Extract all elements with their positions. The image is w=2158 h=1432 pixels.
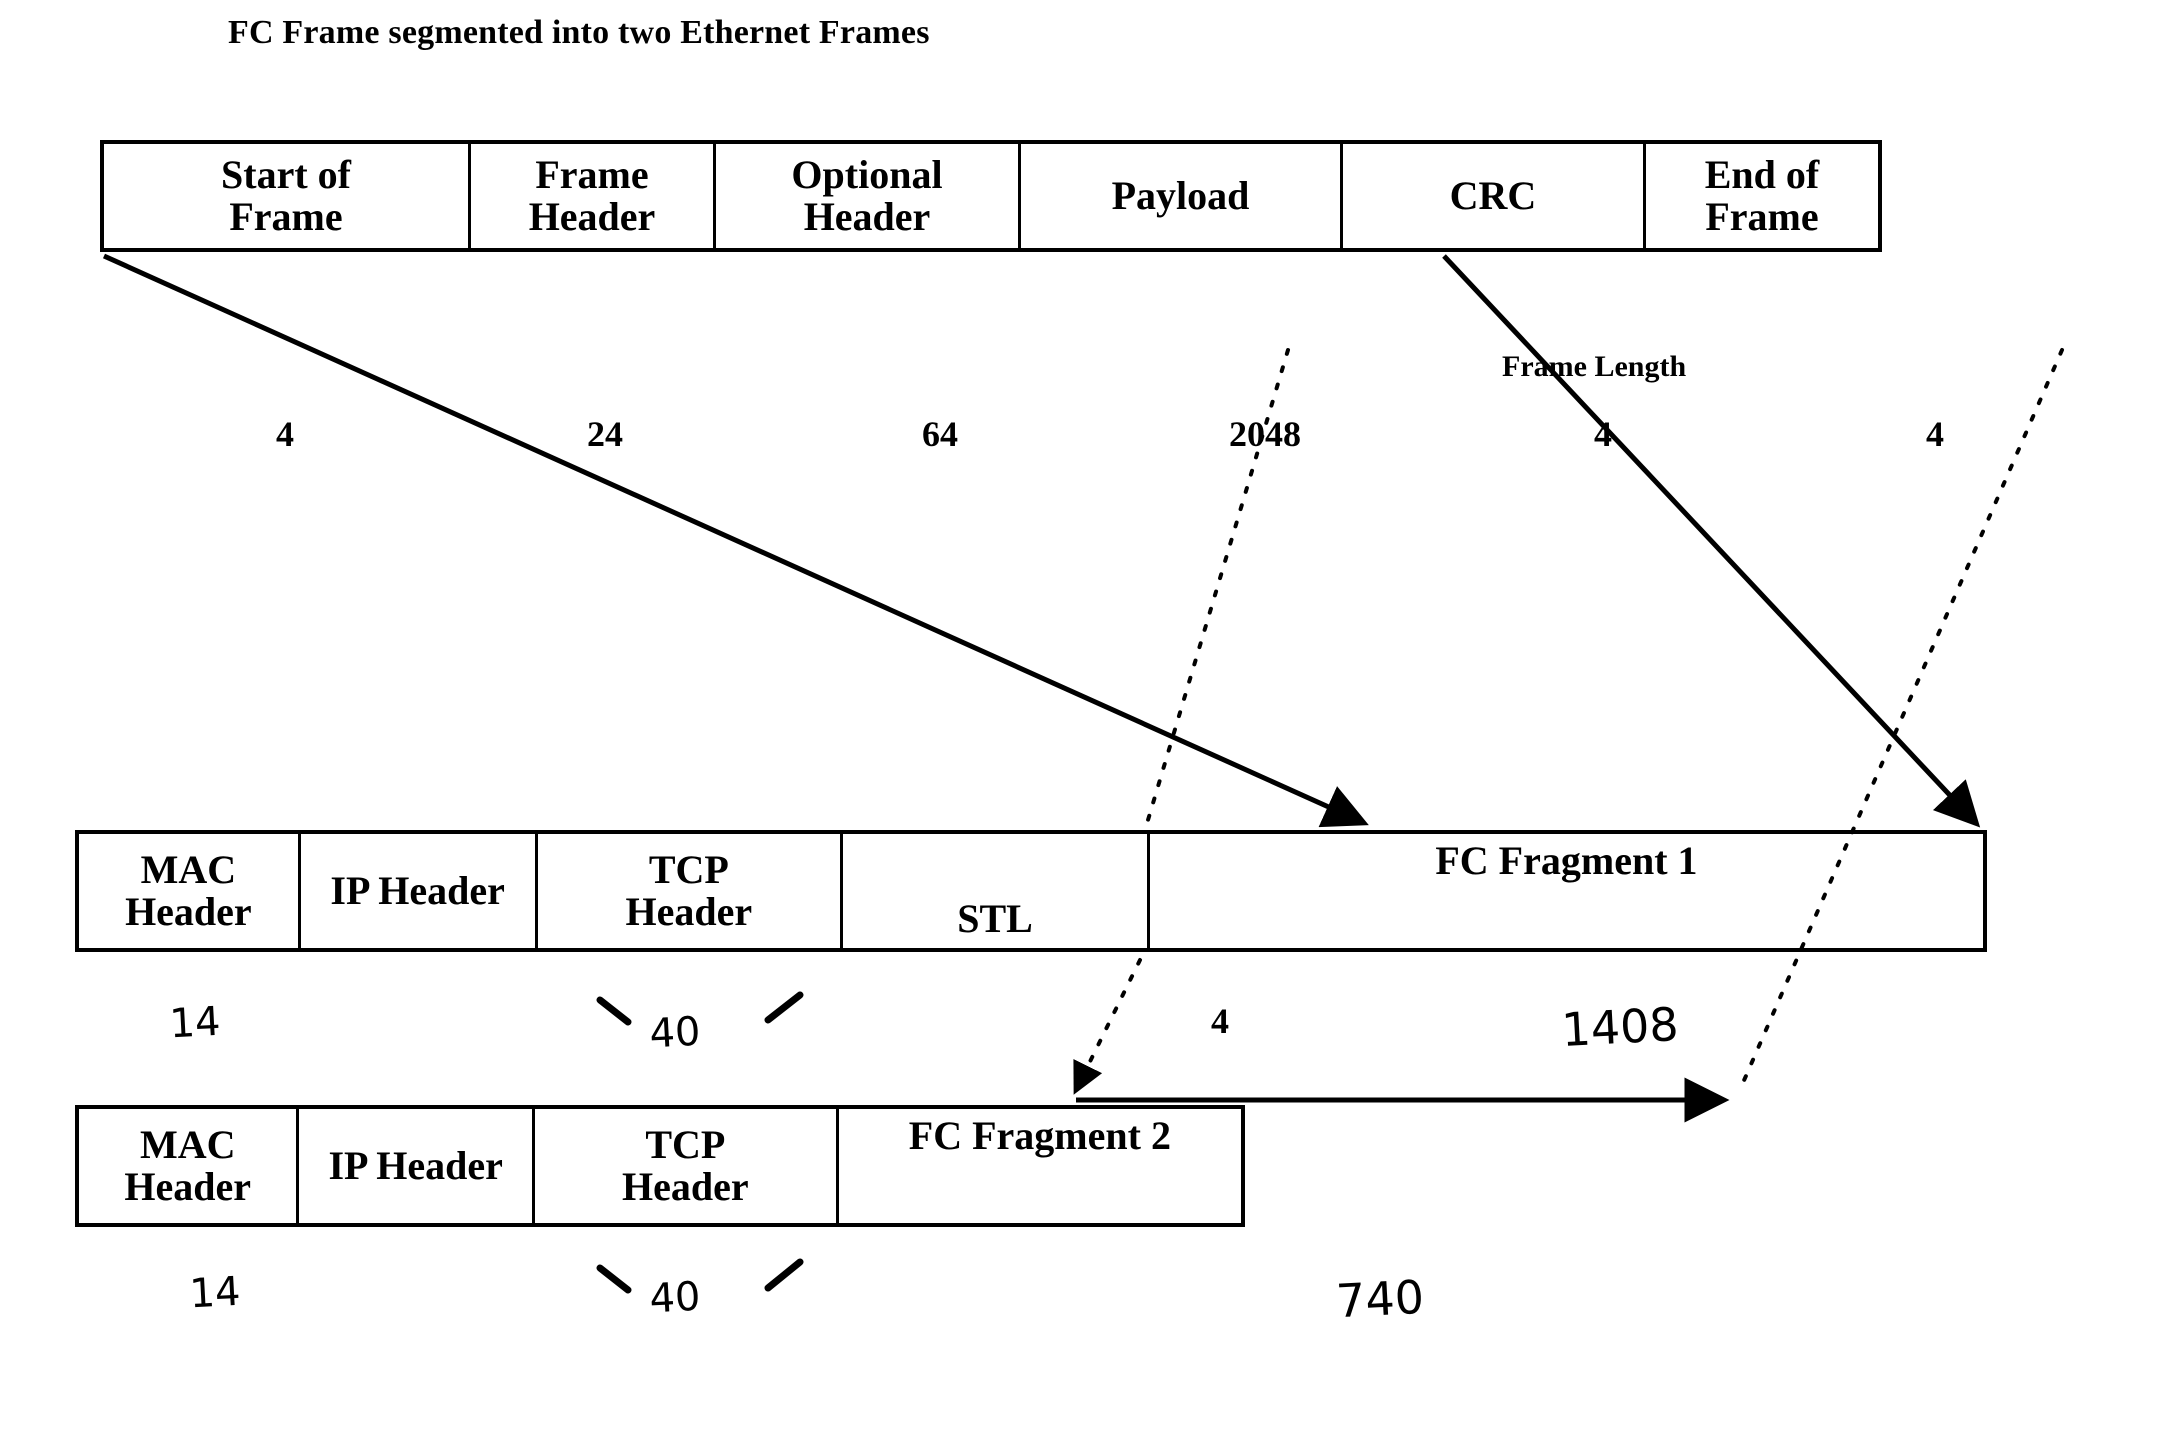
fc-cell-optional-header-line1: Optional <box>791 151 943 197</box>
eth1-cell-ip-header: IP Header <box>301 834 538 948</box>
eth1-size-mac-header: 14 <box>168 998 222 1048</box>
eth1-size-fc-fragment-1: 1408 <box>1560 996 1680 1058</box>
eth2-size-fc-fragment-2: 740 <box>1334 1269 1426 1329</box>
eth2-cell-tcp-header-line2: Header <box>622 1164 749 1209</box>
fc-cell-frame-header: Frame Header <box>471 144 716 248</box>
fc-cell-end-of-frame: End of Frame <box>1646 144 1878 248</box>
ethernet-frame-1-row: MAC Header IP Header TCP Header STL FC F… <box>75 830 1987 952</box>
eth1-cell-stl-line1: STL <box>957 895 1033 941</box>
diagram-canvas: FC Frame segmented into two Ethernet Fra… <box>0 0 2158 1432</box>
eth2-cell-mac-header: MAC Header <box>79 1109 300 1223</box>
fc-size-end-of-frame: 4 <box>1926 414 1944 454</box>
eth2-cell-fc-fragment-2: FC Fragment 2 <box>839 1109 1241 1223</box>
eth2-cell-tcp-header: TCP Header <box>535 1109 839 1223</box>
eth2-cell-mac-header-line1: MAC <box>139 1121 236 1167</box>
fc-cell-crc-line1: CRC <box>1449 172 1537 218</box>
eth1-cell-tcp-header-line2: Header <box>625 889 753 934</box>
fc-cell-optional-header: Optional Header <box>716 144 1021 248</box>
eth2-cell-ip-header: IP Header <box>299 1109 535 1223</box>
eth1-cell-mac-header: MAC Header <box>79 834 301 948</box>
fc-cell-end-of-frame-line2: Frame <box>1705 194 1819 239</box>
frame-length-label: Frame Length <box>1502 350 1687 383</box>
eth1-cell-fc-fragment-1-line1: FC Fragment 1 <box>1435 838 1698 883</box>
fc-size-crc: 4 <box>1594 414 1612 454</box>
fc-cell-frame-header-line2: Header <box>528 194 656 239</box>
eth2-cell-fc-fragment-2-line1: FC Fragment 2 <box>908 1113 1171 1158</box>
eth1-cell-mac-header-line1: MAC <box>140 846 237 892</box>
fc-cell-frame-header-line1: Frame <box>535 151 649 197</box>
tick-ip-header-right-eth2 <box>764 1258 804 1292</box>
leader-start-of-frame-to-fragment1 <box>102 253 1369 828</box>
eth2-cell-mac-header-line2: Header <box>124 1164 252 1209</box>
eth1-cell-tcp-header-line1: TCP <box>648 846 729 892</box>
fc-cell-crc: CRC <box>1343 144 1646 248</box>
ethernet-frame-2-row: MAC Header IP Header TCP Header FC Fragm… <box>75 1105 1245 1227</box>
eth1-size-ip-header: 40 <box>648 1008 702 1058</box>
fc-cell-start-of-frame-line2: Frame <box>229 194 343 239</box>
eth2-cell-ip-header-line1: IP Header <box>328 1142 503 1188</box>
eth2-cell-tcp-header-line1: TCP <box>645 1121 726 1167</box>
eth1-cell-tcp-header: TCP Header <box>538 834 844 948</box>
fc-size-optional-header: 64 <box>922 414 958 454</box>
eth1-cell-fc-fragment-1: FC Fragment 1 <box>1150 834 1983 948</box>
fc-frame-row: Start of Frame Frame Header Optional Hea… <box>100 140 1882 252</box>
fc-cell-start-of-frame: Start of Frame <box>104 144 471 248</box>
eth1-cell-mac-header-line2: Header <box>125 889 252 934</box>
fc-size-start-of-frame: 4 <box>276 414 294 454</box>
tick-ip-header-right-eth1 <box>764 991 804 1024</box>
fc-cell-optional-header-line2: Header <box>803 194 931 239</box>
fc-size-payload: 2048 <box>1229 414 1301 454</box>
fc-size-frame-header: 24 <box>587 414 623 454</box>
fc-cell-start-of-frame-line1: Start of <box>221 151 351 197</box>
eth1-cell-ip-header-line1: IP Header <box>330 867 505 913</box>
fc-cell-end-of-frame-line1: End of <box>1704 151 1820 197</box>
eth1-cell-stl: STL <box>843 834 1150 948</box>
eth2-size-mac-header: 14 <box>188 1268 242 1318</box>
eth2-size-ip-header: 40 <box>648 1273 702 1323</box>
leader-frame-end-dotted <box>1740 348 2064 1087</box>
fc-cell-payload-line1: Payload <box>1111 172 1250 218</box>
fc-cell-payload: Payload <box>1021 144 1343 248</box>
leader-fragment1-to-fragment2-start <box>1073 958 1142 1095</box>
leader-payload-end-to-fragment1-end <box>1442 254 1981 828</box>
page-title: FC Frame segmented into two Ethernet Fra… <box>228 14 930 51</box>
eth1-size-stl: 4 <box>1211 1001 1229 1041</box>
